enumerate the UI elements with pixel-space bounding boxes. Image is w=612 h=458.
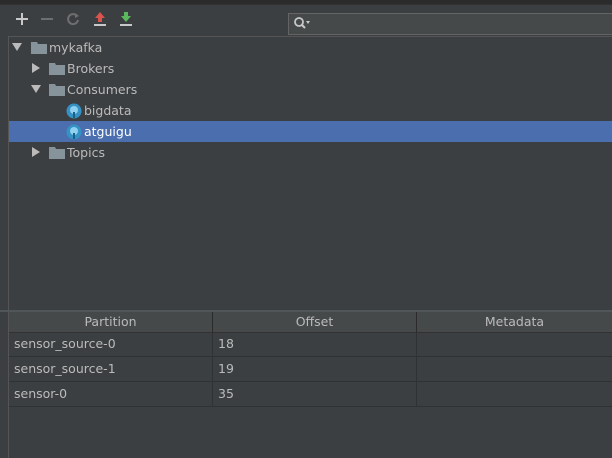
cell-metadata: [417, 332, 612, 356]
cell-offset: 18: [213, 332, 417, 356]
column-header-metadata[interactable]: Metadata: [417, 312, 612, 332]
table-header: Partition Offset Metadata: [9, 312, 612, 333]
upload-icon[interactable]: [91, 10, 109, 28]
cell-metadata: [417, 357, 612, 381]
tree-label: Topics: [67, 145, 105, 160]
cell-partition: sensor-0: [9, 382, 213, 406]
tree-label: mykafka: [49, 40, 103, 55]
cell-metadata: [417, 382, 612, 406]
tree-node-brokers[interactable]: Brokers: [9, 58, 612, 79]
refresh-icon[interactable]: [64, 10, 82, 28]
folder-icon: [49, 147, 65, 159]
cell-offset: 35: [213, 382, 417, 406]
folder-icon: [49, 84, 65, 96]
consumer-icon: [66, 103, 82, 119]
search-input[interactable]: [313, 14, 609, 34]
cluster-tree: mykafka Brokers Consumers bigdata atguig…: [8, 36, 612, 310]
cell-partition: sensor_source-0: [9, 332, 213, 356]
remove-icon[interactable]: [38, 10, 56, 28]
table-row[interactable]: sensor_source-1 19: [9, 357, 612, 382]
collapsed-arrow-icon[interactable]: [31, 63, 41, 73]
offsets-table: Partition Offset Metadata sensor_source-…: [8, 312, 612, 458]
collapsed-arrow-icon[interactable]: [31, 147, 41, 157]
add-icon[interactable]: [13, 10, 31, 28]
tree-label: bigdata: [84, 103, 132, 118]
folder-icon: [31, 42, 47, 54]
expanded-arrow-icon[interactable]: [31, 84, 41, 94]
tree-node-consumers[interactable]: Consumers: [9, 79, 612, 100]
search-icon[interactable]: [293, 16, 313, 32]
tree-node-bigdata[interactable]: bigdata: [9, 100, 612, 121]
tree-label: Brokers: [67, 61, 115, 76]
toolbar: [0, 5, 612, 35]
column-header-partition[interactable]: Partition: [9, 312, 213, 332]
consumer-icon: [66, 124, 82, 140]
tree-node-atguigu[interactable]: atguigu: [9, 121, 612, 142]
tree-node-mykafka[interactable]: mykafka: [9, 37, 612, 58]
table-row[interactable]: sensor_source-0 18: [9, 332, 612, 357]
cell-offset: 19: [213, 357, 417, 381]
folder-icon: [49, 63, 65, 75]
tree-label: Consumers: [67, 82, 138, 97]
column-header-offset[interactable]: Offset: [213, 312, 417, 332]
expanded-arrow-icon[interactable]: [12, 42, 22, 52]
table-row[interactable]: sensor-0 35: [9, 382, 612, 407]
search-box[interactable]: [288, 13, 612, 35]
download-icon[interactable]: [117, 10, 135, 28]
tree-node-topics[interactable]: Topics: [9, 142, 612, 163]
cell-partition: sensor_source-1: [9, 357, 213, 381]
tree-label: atguigu: [84, 124, 132, 139]
